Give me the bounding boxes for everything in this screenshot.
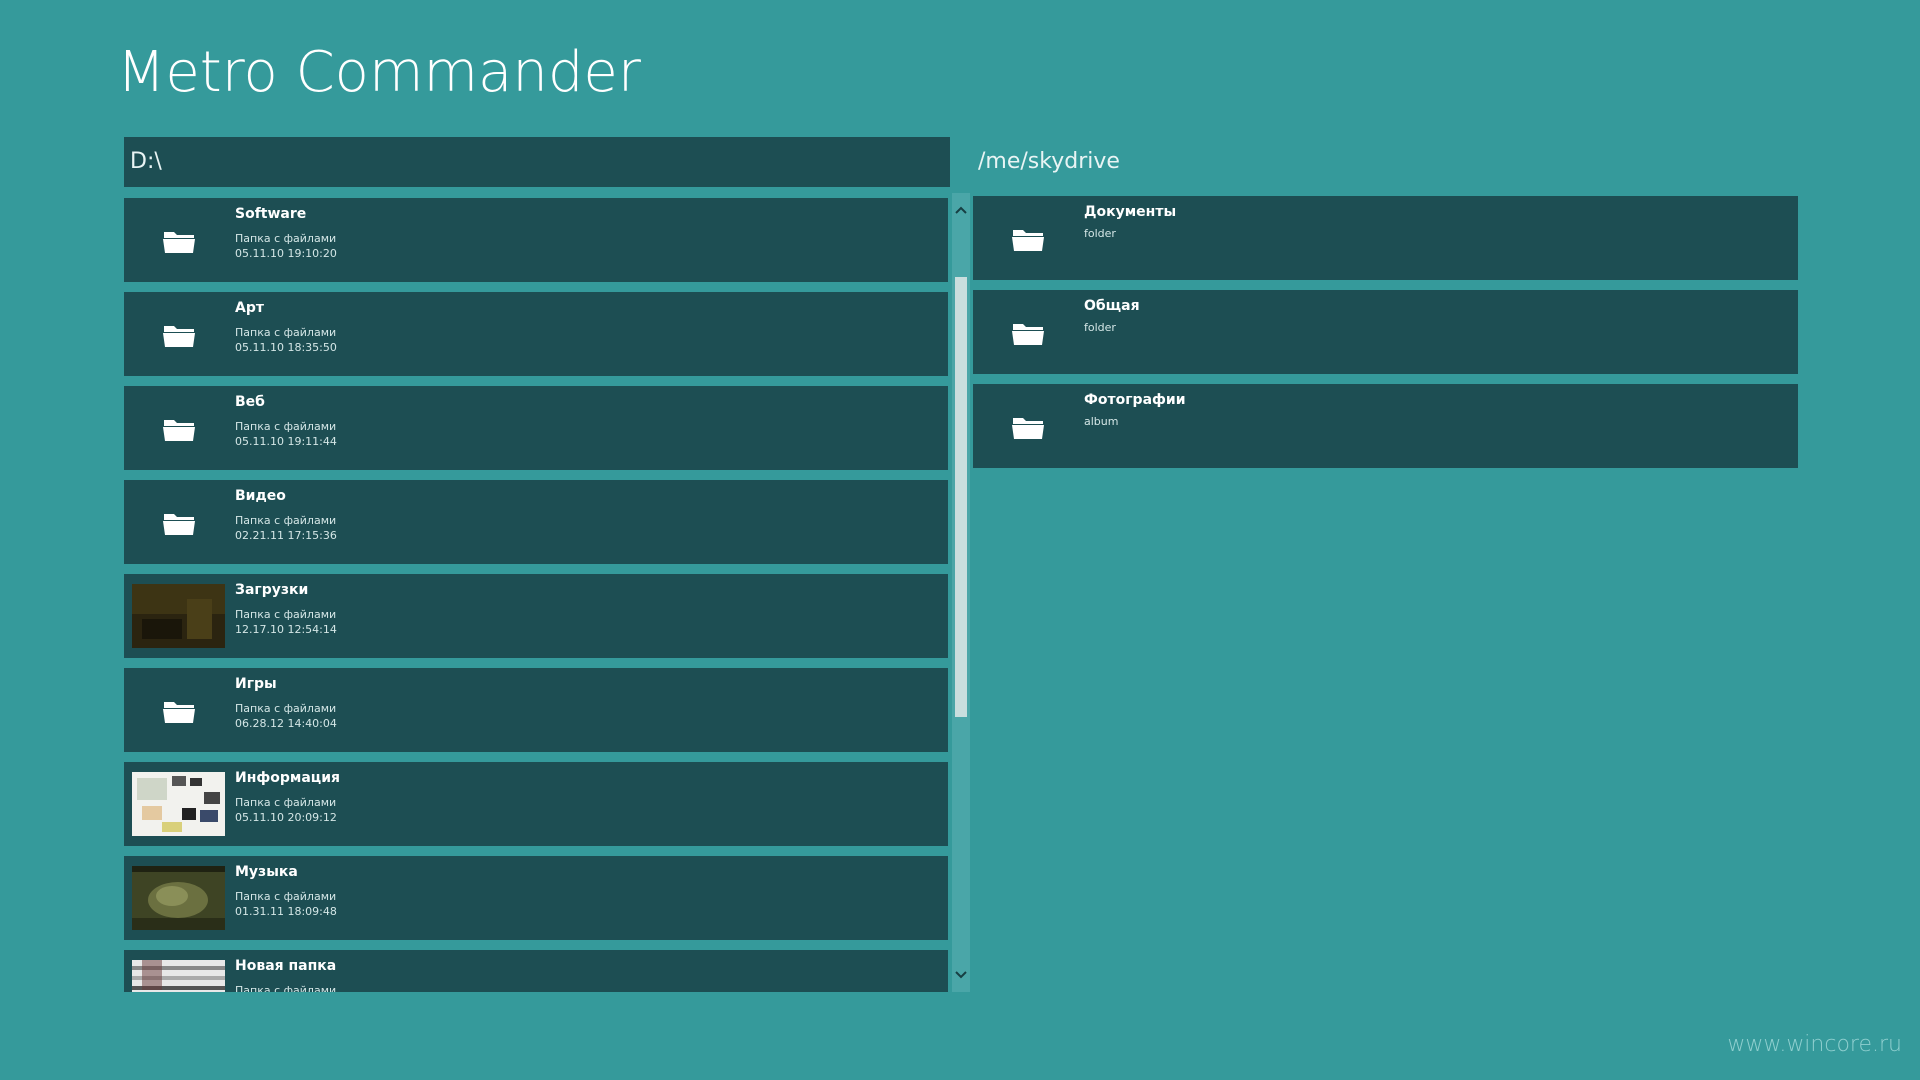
list-item[interactable]: Музыка Папка с файлами 01.31.11 18:09:48 — [124, 856, 948, 940]
scroll-thumb[interactable] — [955, 277, 967, 717]
folder-icon — [132, 208, 225, 272]
list-item[interactable]: Фотографии album — [973, 384, 1798, 468]
left-path-field[interactable]: D:\ — [124, 137, 950, 187]
item-details: Папка с файлами 05.11.10 18:35:50 — [235, 325, 337, 355]
item-date: 06.28.12 14:40:04 — [235, 717, 337, 730]
item-type: Папка с файлами — [235, 420, 337, 433]
item-name: Арт — [235, 300, 264, 316]
folder-icon — [132, 302, 225, 366]
folder-icon — [132, 396, 225, 460]
list-item[interactable]: Новая папка Папка с файлами — [124, 950, 948, 992]
item-details: Папка с файлами — [235, 983, 336, 992]
folder-thumbnail — [132, 772, 225, 836]
folder-icon — [981, 394, 1074, 458]
folder-icon — [981, 300, 1074, 364]
item-details: Папка с файлами 02.21.11 17:15:36 — [235, 513, 337, 543]
item-type: Папка с файлами — [235, 702, 337, 715]
item-type: Папка с файлами — [235, 984, 337, 992]
list-item[interactable]: Загрузки Папка с файлами 12.17.10 12:54:… — [124, 574, 948, 658]
item-name: Software — [235, 206, 307, 222]
item-name: Документы — [1084, 204, 1177, 220]
folder-icon — [132, 490, 225, 554]
item-details: Папка с файлами 01.31.11 18:09:48 — [235, 889, 337, 919]
item-name: Новая папка — [235, 958, 337, 974]
item-name: Информация — [235, 770, 340, 786]
item-name: Видео — [235, 488, 286, 504]
item-date: 05.11.10 19:11:44 — [235, 435, 337, 448]
item-type: folder — [1084, 321, 1116, 334]
item-date: 01.31.11 18:09:48 — [235, 905, 337, 918]
item-date: 12.17.10 12:54:14 — [235, 623, 337, 636]
folder-thumbnail — [132, 866, 225, 930]
item-date: 02.21.11 17:15:36 — [235, 529, 337, 542]
item-date: 05.11.10 19:10:20 — [235, 247, 337, 260]
list-item[interactable]: Игры Папка с файлами 06.28.12 14:40:04 — [124, 668, 948, 752]
item-date: 05.11.10 18:35:50 — [235, 341, 337, 354]
item-name: Загрузки — [235, 582, 309, 598]
chevron-up-icon[interactable] — [952, 199, 970, 221]
list-item[interactable]: Арт Папка с файлами 05.11.10 18:35:50 — [124, 292, 948, 376]
left-file-list: Software Папка с файлами 05.11.10 19:10:… — [124, 198, 948, 992]
item-details: Папка с файлами 05.11.10 20:09:12 — [235, 795, 337, 825]
item-type: Папка с файлами — [235, 514, 337, 527]
item-type: album — [1084, 415, 1119, 428]
item-name: Фотографии — [1084, 392, 1186, 408]
item-details: Папка с файлами 12.17.10 12:54:14 — [235, 607, 337, 637]
list-item[interactable]: Веб Папка с файлами 05.11.10 19:11:44 — [124, 386, 948, 470]
item-type: folder — [1084, 227, 1116, 240]
item-name: Общая — [1084, 298, 1140, 314]
item-type: Папка с файлами — [235, 608, 337, 621]
app-title: Metro Commander — [117, 40, 641, 105]
item-details: Папка с файлами 05.11.10 19:10:20 — [235, 231, 337, 261]
list-item[interactable]: Общая folder — [973, 290, 1798, 374]
watermark: www.wincore.ru — [1727, 1032, 1902, 1057]
item-type: Папка с файлами — [235, 326, 337, 339]
left-list-scrollbar[interactable] — [952, 193, 970, 992]
item-details: Папка с файлами 06.28.12 14:40:04 — [235, 701, 337, 731]
item-type: Папка с файлами — [235, 232, 337, 245]
item-details: Папка с файлами 05.11.10 19:11:44 — [235, 419, 337, 449]
list-item[interactable]: Видео Папка с файлами 02.21.11 17:15:36 — [124, 480, 948, 564]
item-type: Папка с файлами — [235, 890, 337, 903]
folder-thumbnail — [132, 960, 225, 992]
item-name: Игры — [235, 676, 277, 692]
folder-thumbnail — [132, 584, 225, 648]
list-item[interactable]: Информация Папка с файлами 05.11.10 20:0… — [124, 762, 948, 846]
chevron-down-icon[interactable] — [952, 964, 970, 986]
list-item[interactable]: Документы folder — [973, 196, 1798, 280]
item-type: Папка с файлами — [235, 796, 337, 809]
list-item[interactable]: Software Папка с файлами 05.11.10 19:10:… — [124, 198, 948, 282]
folder-icon — [132, 678, 225, 742]
item-name: Музыка — [235, 864, 298, 880]
item-name: Веб — [235, 394, 265, 410]
item-date: 05.11.10 20:09:12 — [235, 811, 337, 824]
right-path-label[interactable]: /me/skydrive — [978, 137, 1120, 187]
folder-icon — [981, 206, 1074, 270]
